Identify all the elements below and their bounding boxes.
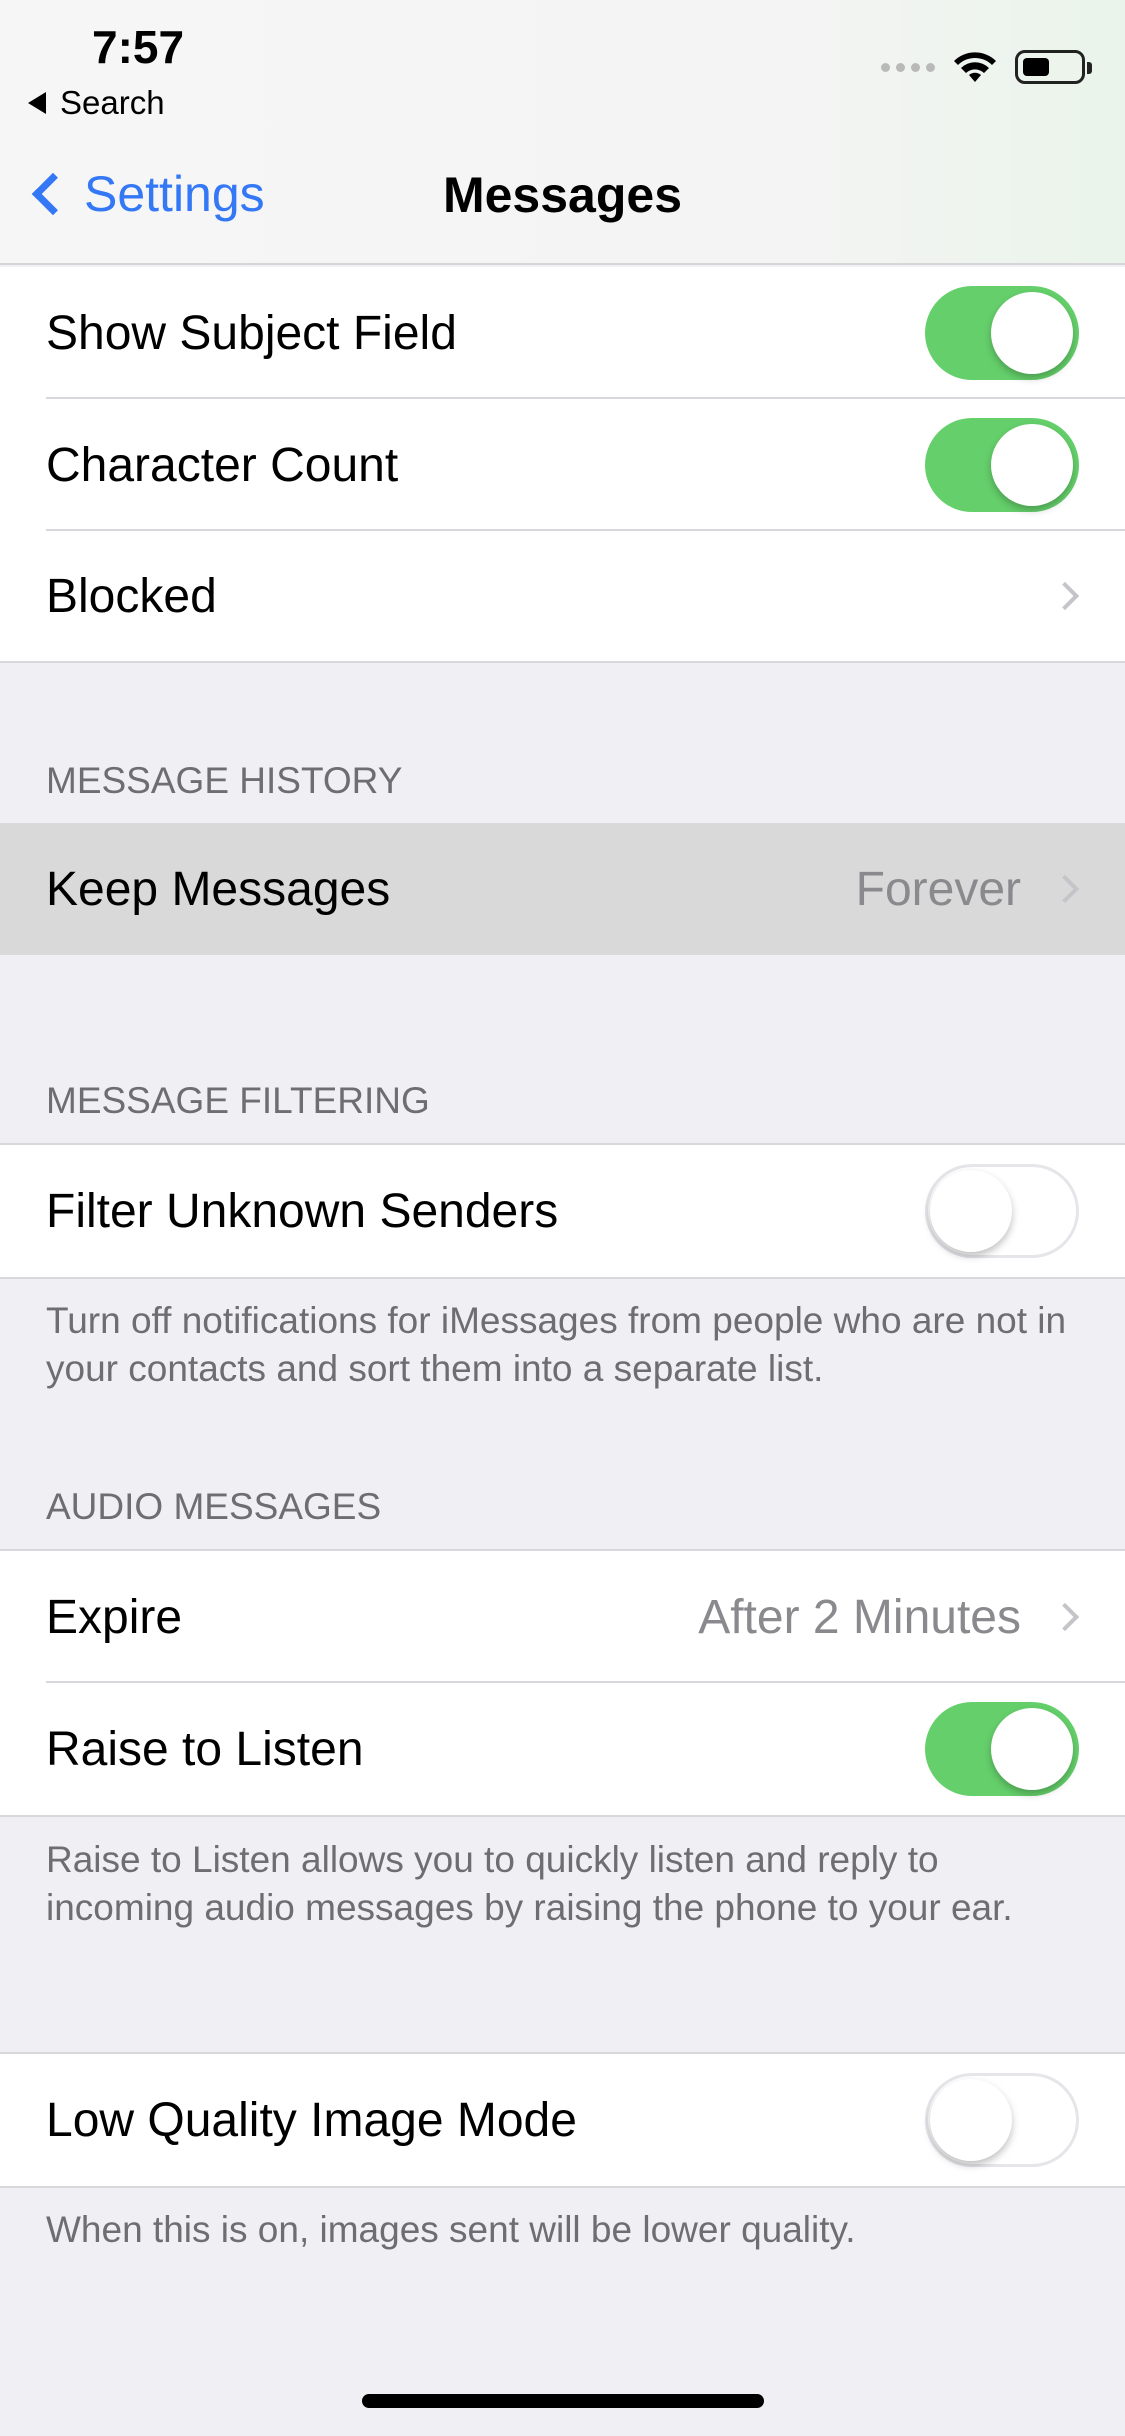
audio-messages-group: Expire After 2 Minutes Raise to Listen [0,1549,1125,1817]
expire-value: After 2 Minutes [698,1590,1021,1644]
back-triangle-icon [28,92,46,114]
show-subject-field-label: Show Subject Field [46,306,457,360]
back-to-app[interactable]: Search [28,84,165,122]
general-group: Show Subject Field Character Count Block… [0,267,1125,663]
expire-row[interactable]: Expire After 2 Minutes [0,1551,1125,1683]
back-app-label: Search [60,84,165,121]
low-quality-image-mode-toggle[interactable] [925,2073,1079,2167]
character-count-toggle[interactable] [925,418,1079,512]
message-filtering-header: MESSAGE FILTERING [46,1080,430,1121]
chevron-right-icon [1050,874,1080,904]
raise-to-listen-footer: Raise to Listen allows you to quickly li… [46,1839,1013,1928]
battery-icon [1015,50,1092,84]
low-quality-footer: When this is on, images sent will be low… [46,2209,856,2250]
home-indicator[interactable] [362,2394,764,2408]
top-bar: 7:57 Search Settings Messages [0,0,1125,265]
wifi-icon [954,52,996,82]
blocked-row[interactable]: Blocked [0,531,1125,663]
audio-messages-header: AUDIO MESSAGES [46,1486,382,1527]
raise-to-listen-label: Raise to Listen [46,1722,364,1776]
low-quality-image-mode-label: Low Quality Image Mode [46,2093,577,2147]
expire-label: Expire [46,1590,183,1644]
filter-unknown-senders-row: Filter Unknown Senders [0,1145,1125,1277]
message-history-group: Keep Messages Forever [0,823,1125,955]
show-subject-field-toggle[interactable] [925,286,1079,380]
filter-unknown-senders-label: Filter Unknown Senders [46,1184,559,1238]
filtering-footer: Turn off notifications for iMessages fro… [46,1300,1067,1389]
show-subject-field-row: Show Subject Field [0,267,1125,399]
low-quality-group: Low Quality Image Mode [0,2052,1125,2188]
page-title: Messages [442,167,683,223]
message-history-header: MESSAGE HISTORY [46,760,403,801]
keep-messages-label: Keep Messages [46,862,391,916]
filter-unknown-senders-toggle[interactable] [925,1164,1079,1258]
keep-messages-row[interactable]: Keep Messages Forever [0,823,1125,955]
chevron-right-icon [1050,581,1080,611]
character-count-label: Character Count [46,438,399,492]
character-count-row: Character Count [0,399,1125,531]
low-quality-image-mode-row: Low Quality Image Mode [0,2054,1125,2186]
keep-messages-value: Forever [855,862,1021,916]
chevron-right-icon [1050,1602,1080,1632]
status-time: 7:57 [92,21,185,73]
raise-to-listen-row: Raise to Listen [0,1683,1125,1815]
raise-to-listen-toggle[interactable] [925,1702,1079,1796]
message-filtering-group: Filter Unknown Senders [0,1143,1125,1279]
blocked-label: Blocked [46,569,217,623]
status-icons [881,50,1092,84]
signal-icon [881,62,935,72]
